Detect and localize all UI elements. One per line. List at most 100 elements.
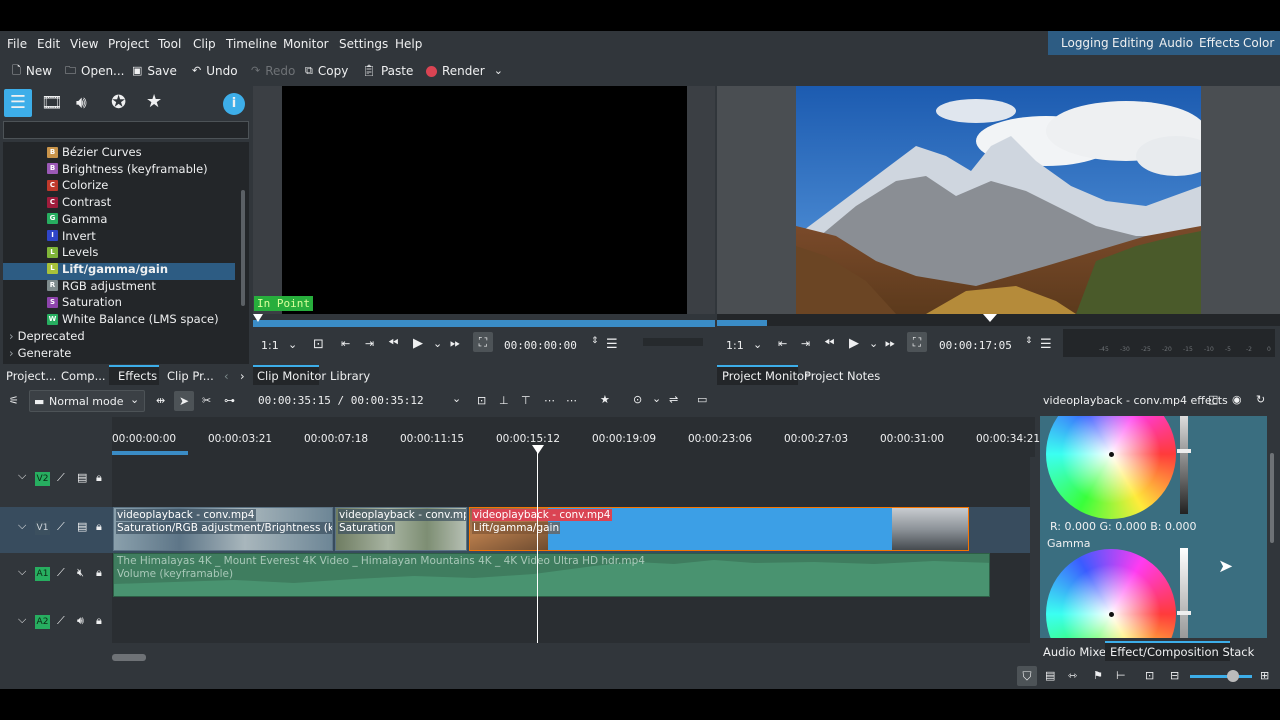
selection-tool-button[interactable]: ➤ xyxy=(174,391,194,411)
effect-icon[interactable]: ⟋ xyxy=(57,471,65,485)
tab-effect-stack[interactable]: Effect/Composition Stack xyxy=(1110,645,1254,659)
extract-icon[interactable]: ⋯ xyxy=(566,394,577,407)
menu-file[interactable]: File xyxy=(7,37,27,51)
favorite-star-icon[interactable]: ★ xyxy=(600,393,610,406)
spacer-tool-icon[interactable]: ⇹ xyxy=(156,394,165,407)
lift-slider-handle[interactable] xyxy=(1177,449,1191,453)
wheel-cursor[interactable] xyxy=(1109,452,1114,457)
rewind-icon[interactable]: ⏪︎ xyxy=(824,336,834,351)
expand-arrow-icon[interactable]: › xyxy=(9,329,14,343)
lock-icon[interactable]: 🔒︎ xyxy=(96,471,102,485)
lock-icon[interactable]: 🔒︎ xyxy=(96,614,102,628)
render-button[interactable]: Render ⌄ xyxy=(426,64,503,78)
tab-clip-monitor[interactable]: Clip Monitor xyxy=(257,369,326,383)
redo-button[interactable]: ↷ Redo xyxy=(251,64,295,78)
lock-icon[interactable]: 🔒︎ xyxy=(96,566,102,580)
mixer-icon[interactable]: ⇌ xyxy=(669,393,678,406)
lift-icon[interactable]: ⋯ xyxy=(544,394,555,407)
video-effects-icon[interactable]: 🎞︎ xyxy=(41,93,63,113)
lift-color-wheel[interactable] xyxy=(1046,416,1176,519)
effect-item[interactable]: C Colorize xyxy=(47,177,108,193)
effect-item[interactable]: B Brightness (keyframable) xyxy=(47,161,208,177)
workspace-editing[interactable]: Editing xyxy=(1112,36,1154,50)
expand-arrow-icon[interactable]: › xyxy=(9,362,14,364)
workspace-color[interactable]: Color xyxy=(1243,36,1274,50)
tab-compositions[interactable]: Comp... xyxy=(61,369,106,383)
menu-edit[interactable]: Edit xyxy=(37,37,60,51)
collapse-icon[interactable]: ⌵ xyxy=(18,519,26,533)
zoom-out-icon[interactable]: ⊟ xyxy=(1170,669,1179,682)
workspace-logging[interactable]: Logging xyxy=(1061,36,1109,50)
set-out-point-icon[interactable]: ⇥ xyxy=(801,337,810,350)
snap-icon[interactable]: ⊙ xyxy=(633,393,642,406)
timeline-clip[interactable]: videoplayback - conv.mp4 Saturation xyxy=(335,507,467,551)
spin-arrows-icon[interactable]: ⇕ xyxy=(591,336,599,346)
menu-project[interactable]: Project xyxy=(108,37,149,51)
effect-item[interactable]: W White Balance (LMS space) xyxy=(47,311,219,327)
timeline-ruler[interactable]: 00:00:00:00 00:00:03:21 00:00:07:18 00:00:1… xyxy=(112,417,1040,457)
effect-item[interactable]: B Bézier Curves xyxy=(47,144,142,160)
hide-track-icon[interactable]: ▤ xyxy=(77,520,87,533)
playhead-handle[interactable] xyxy=(532,445,544,454)
audio-clip[interactable]: The Himalayas 4K _ Mount Everest 4K Vide… xyxy=(113,553,990,597)
list-view-button[interactable]: ☰ xyxy=(4,89,32,117)
menu-settings[interactable]: Settings xyxy=(339,37,388,51)
track-name-a1[interactable]: A1 xyxy=(35,567,50,581)
zoom-in-icon[interactable]: ⊞ xyxy=(1260,669,1269,682)
project-zoom-select[interactable]: 1:1 xyxy=(726,339,744,352)
gamma-luma-slider[interactable] xyxy=(1180,548,1188,638)
paste-button[interactable]: 📋︎ Paste xyxy=(362,64,413,78)
hide-track-icon[interactable]: ▤ xyxy=(77,471,87,484)
spin-arrows-icon[interactable]: ⇕ xyxy=(1025,336,1033,346)
project-timecode[interactable]: 00:00:17:05 xyxy=(939,339,1012,352)
audio-thumb-icon[interactable]: ⇿ xyxy=(1068,669,1077,682)
effect-stack-scrollbar[interactable] xyxy=(1270,453,1274,543)
chevron-down-icon[interactable]: ⌄ xyxy=(869,337,878,350)
effect-icon[interactable]: ⟋ xyxy=(57,614,65,628)
fullscreen-icon[interactable]: ⊡ xyxy=(313,337,324,352)
expand-arrow-icon[interactable]: › xyxy=(9,346,14,360)
clip-timecode[interactable]: 00:00:00:00 xyxy=(504,339,577,352)
slip-tool-icon[interactable]: ⊶ xyxy=(224,394,235,407)
track-a2[interactable] xyxy=(112,601,1030,643)
collapse-icon[interactable]: ⌵ xyxy=(18,613,26,627)
save-button[interactable]: ▣ Save xyxy=(132,64,177,78)
track-name-v2[interactable]: V2 xyxy=(35,472,50,486)
tab-library[interactable]: Library xyxy=(330,369,370,383)
effect-item[interactable]: G Gamma xyxy=(47,211,107,227)
effect-item[interactable]: R RGB adjustment xyxy=(47,278,156,294)
workspace-effects[interactable]: Effects xyxy=(1199,36,1240,50)
gamma-slider-handle[interactable] xyxy=(1177,611,1191,615)
razor-tool-icon[interactable]: ✂ xyxy=(202,394,211,407)
effect-item[interactable]: I Invert xyxy=(47,228,96,244)
tab-scroll-left-icon[interactable]: ‹ xyxy=(224,369,229,383)
play-icon[interactable]: ▶ xyxy=(849,336,859,351)
tab-scroll-right-icon[interactable]: › xyxy=(240,369,245,383)
set-in-point-icon[interactable]: ⇤ xyxy=(778,337,787,350)
menu-timeline[interactable]: Timeline xyxy=(226,37,277,51)
overwrite-icon[interactable]: ⊤ xyxy=(521,394,531,407)
reset-icon[interactable]: ↻ xyxy=(1256,393,1265,406)
menu-icon[interactable]: ☰ xyxy=(606,337,618,352)
gamma-color-wheel[interactable] xyxy=(1046,549,1176,638)
menu-clip[interactable]: Clip xyxy=(193,37,216,51)
menu-icon[interactable]: ☰ xyxy=(1040,337,1052,352)
timeline-clip[interactable]: videoplayback - conv.mp4 Saturation/RGB … xyxy=(113,507,333,551)
set-in-point-icon[interactable]: ⇤ xyxy=(341,337,350,350)
menu-view[interactable]: View xyxy=(70,37,98,51)
collapse-icon[interactable]: ⌵ xyxy=(18,565,26,579)
timeline-horizontal-scrollbar[interactable] xyxy=(112,654,146,661)
clip-monitor-video[interactable] xyxy=(282,86,687,314)
effect-icon[interactable]: ⟋ xyxy=(57,566,65,580)
custom-effects-icon[interactable]: ✪ xyxy=(111,92,126,113)
zone-button[interactable]: ⛶ xyxy=(907,332,927,352)
zoom-slider-handle[interactable] xyxy=(1227,670,1239,682)
lift-luma-slider[interactable] xyxy=(1180,416,1188,514)
open-button[interactable]: 🗀 Open... xyxy=(65,64,125,78)
tree-scrollbar[interactable] xyxy=(241,190,245,306)
tab-project-monitor[interactable]: Project Monitor xyxy=(722,369,809,383)
effects-search-input[interactable] xyxy=(3,121,249,139)
track-name-v1[interactable]: V1 xyxy=(35,521,50,535)
markers-flag-icon[interactable]: ⚑ xyxy=(1093,669,1103,682)
tab-effects[interactable]: Effects xyxy=(118,369,157,383)
